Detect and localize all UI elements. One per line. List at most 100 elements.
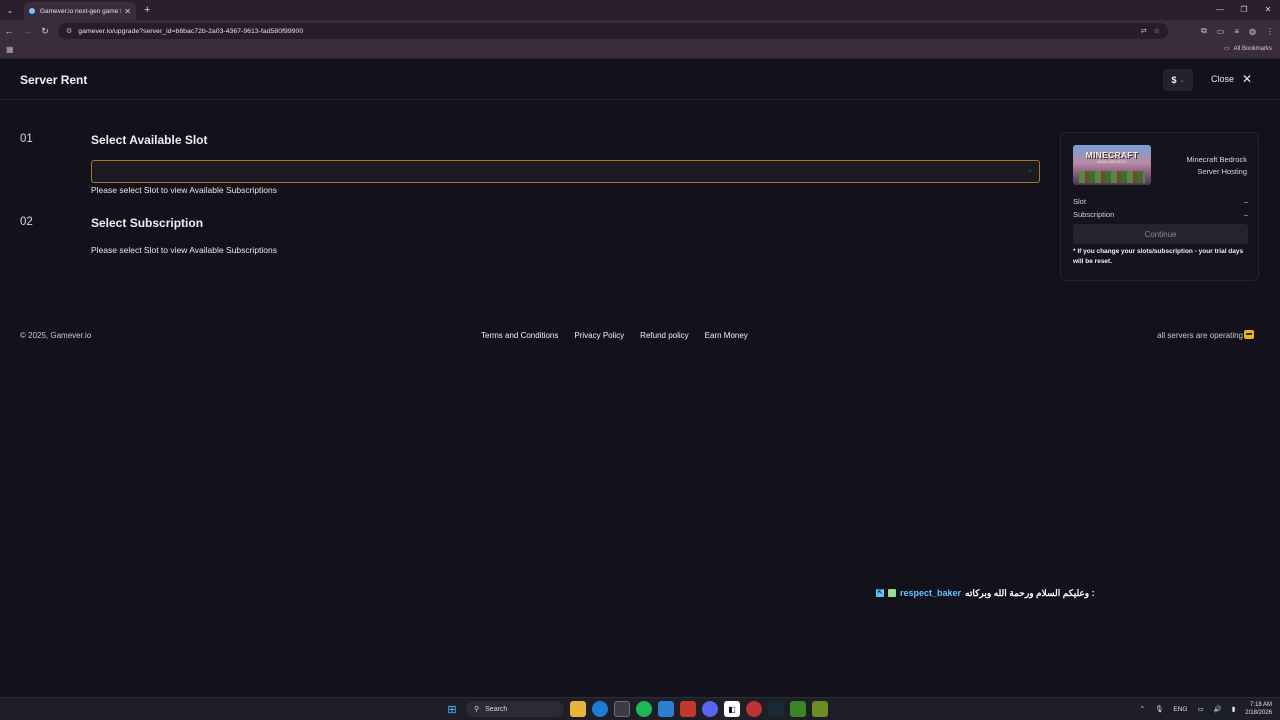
page-title: Server Rent — [20, 73, 88, 87]
privacy-link[interactable]: Privacy Policy — [574, 331, 624, 340]
spotify-icon[interactable] — [636, 701, 652, 717]
subscription-value: – — [1243, 210, 1248, 219]
windows-start-icon[interactable]: ⊞ — [444, 701, 460, 717]
close-label: Close — [1211, 74, 1235, 84]
battery-icon[interactable]: ▮ — [1232, 705, 1236, 713]
server-status-text: all servers are operating — [1157, 331, 1243, 340]
page-footer: © 2025, Gamever.io Terms and Conditions … — [0, 330, 1280, 344]
language-indicator[interactable]: ENG — [1173, 706, 1187, 713]
back-icon[interactable]: ← — [0, 26, 18, 36]
network-icon[interactable]: ▭ — [1197, 705, 1203, 713]
minecraft-launcher-icon[interactable] — [790, 701, 806, 717]
step-number: 02 — [20, 216, 33, 228]
chevron-down-icon: ⌄ — [1027, 167, 1033, 174]
cover-logo-sub: JAVA & BEDROCK — [1097, 160, 1127, 164]
microphone-icon[interactable]: 🎙 — [1155, 705, 1163, 713]
bookmark-star-icon[interactable]: ☆ — [1154, 27, 1160, 35]
reading-list-icon[interactable]: ≡ — [1234, 27, 1239, 36]
app-icon[interactable] — [746, 701, 762, 717]
close-button[interactable]: Close ✕ — [1211, 71, 1253, 86]
system-tray: ⌃ 🎙 ENG ▭ 🔊 ▮ 7:18 AM 2/18/2026 — [1140, 701, 1272, 717]
menu-icon[interactable]: ⋮ — [1266, 27, 1274, 36]
discord-icon[interactable] — [702, 701, 718, 717]
profile-icon[interactable]: ◍ — [1249, 27, 1256, 36]
earn-money-link[interactable]: Earn Money — [705, 331, 748, 340]
terms-link[interactable]: Terms and Conditions — [481, 331, 558, 340]
browser-toolbar: ← → ↻ ⚙ gamever.io/upgrade?server_id=b6b… — [0, 20, 1280, 42]
step-number: 01 — [20, 133, 33, 145]
extensions-icon[interactable]: ⧉ — [1201, 26, 1207, 36]
chevron-down-icon: ⌄ — [1179, 77, 1185, 84]
order-summary-card: MINECRAFT JAVA & BEDROCK Minecraft Bedro… — [1060, 132, 1259, 281]
site-info-icon[interactable]: ⚙ — [66, 27, 72, 35]
toolbar-actions: ⧉ ▭ ≡ ◍ ⋮ — [1201, 20, 1274, 42]
reload-icon[interactable]: ↻ — [36, 26, 54, 37]
chrome-icon[interactable] — [614, 701, 630, 717]
browser-tab-strip: ⌄ Gamever.io next-gen game ho ✕ + — ❐ ✕ — [0, 0, 1280, 20]
minimize-icon[interactable]: — — [1208, 0, 1232, 20]
store-icon[interactable] — [658, 701, 674, 717]
folder-icon: ▭ — [1223, 46, 1230, 52]
game-name-line2: Server Hosting — [1197, 167, 1247, 176]
restore-icon[interactable]: ❐ — [1232, 0, 1256, 20]
volume-icon[interactable]: 🔊 — [1214, 705, 1222, 713]
clock-time: 7:18 AM — [1249, 702, 1272, 708]
browser-tab[interactable]: Gamever.io next-gen game ho ✕ — [24, 2, 136, 20]
search-icon: ⚲ — [474, 706, 480, 713]
window-controls: — ❐ ✕ — [1208, 0, 1280, 20]
apps-grid-icon[interactable]: ▦ — [6, 45, 14, 54]
url-text[interactable]: gamever.io/upgrade?server_id=b6bac72b-2a… — [78, 28, 303, 35]
tab-close-icon[interactable]: ✕ — [124, 7, 131, 16]
slot-select[interactable]: ⌄ — [91, 160, 1040, 183]
address-bar[interactable]: ⚙ gamever.io/upgrade?server_id=b6bac72b-… — [58, 23, 1168, 39]
chevron-up-icon[interactable]: ⌃ — [1140, 705, 1145, 713]
minecraft-cover-image: MINECRAFT JAVA & BEDROCK — [1073, 145, 1151, 185]
steam-icon[interactable] — [768, 701, 784, 717]
slot-row: Slot – — [1073, 197, 1248, 206]
minecraft-icon[interactable] — [812, 701, 828, 717]
tab-title: Gamever.io next-gen game ho — [40, 7, 122, 15]
all-bookmarks-button[interactable]: ▭ All Bookmarks — [1223, 45, 1272, 53]
all-bookmarks-label: All Bookmarks — [1233, 45, 1272, 52]
chat-username: respect_baker — [900, 588, 962, 598]
game-name: Minecraft Bedrock Server Hosting — [1157, 154, 1247, 178]
tab-search-icon[interactable]: ⌄ — [0, 0, 20, 20]
chat-message: : وعليكم السلام ورحمة الله وبركاته — [965, 587, 1095, 598]
bookmarks-bar: ▦ ▭ All Bookmarks — [0, 42, 1280, 59]
translate-icon[interactable]: ⇄ — [1141, 27, 1147, 35]
os-taskbar: ⊞ ⚲ Search ◧ ⌃ 🎙 ENG ▭ 🔊 ▮ 7:18 AM 2/18/… — [0, 697, 1280, 720]
cover-logo: MINECRAFT — [1085, 150, 1139, 160]
subscription-row: Subscription – — [1073, 210, 1248, 219]
app-icon[interactable] — [680, 701, 696, 717]
currency-select[interactable]: $ ⌄ — [1163, 69, 1193, 91]
continue-button[interactable]: Continue — [1073, 224, 1248, 244]
copyright: © 2025, Gamever.io — [20, 331, 92, 340]
step-title-slot: Select Available Slot — [91, 133, 208, 147]
taskbar-apps: ⊞ ⚲ Search ◧ — [444, 701, 828, 717]
close-icon: ✕ — [1242, 71, 1253, 86]
step-title-subscription: Select Subscription — [91, 216, 204, 230]
forward-icon[interactable]: → — [18, 26, 36, 36]
trial-reset-note: * If you change your slots/subscription … — [1073, 248, 1244, 265]
slot-value: – — [1243, 197, 1248, 206]
currency-value: $ — [1171, 75, 1177, 85]
edge-icon[interactable] — [592, 701, 608, 717]
new-tab-icon[interactable]: + — [144, 4, 150, 16]
system-clock[interactable]: 7:18 AM 2/18/2026 — [1245, 701, 1272, 717]
server-status-icon — [1244, 330, 1254, 339]
refund-link[interactable]: Refund policy — [640, 331, 688, 340]
capcut-icon[interactable]: ◧ — [724, 701, 740, 717]
chat-badge-icon: ⇱ — [876, 589, 884, 597]
game-name-line1: Minecraft Bedrock — [1186, 155, 1247, 164]
site-favicon-icon — [29, 8, 35, 14]
media-icon[interactable]: ▭ — [1217, 27, 1225, 36]
subscription-hint: Please select Slot to view Available Sub… — [91, 245, 277, 255]
taskbar-search[interactable]: ⚲ Search — [466, 701, 564, 717]
file-explorer-icon[interactable] — [570, 701, 586, 717]
slot-hint: Please select Slot to view Available Sub… — [91, 185, 277, 195]
footer-links: Terms and Conditions Privacy Policy Refu… — [481, 331, 748, 340]
subscription-label: Subscription — [1073, 210, 1115, 219]
slot-label: Slot — [1073, 197, 1086, 206]
window-close-icon[interactable]: ✕ — [1256, 0, 1280, 20]
search-label: Search — [485, 705, 508, 713]
